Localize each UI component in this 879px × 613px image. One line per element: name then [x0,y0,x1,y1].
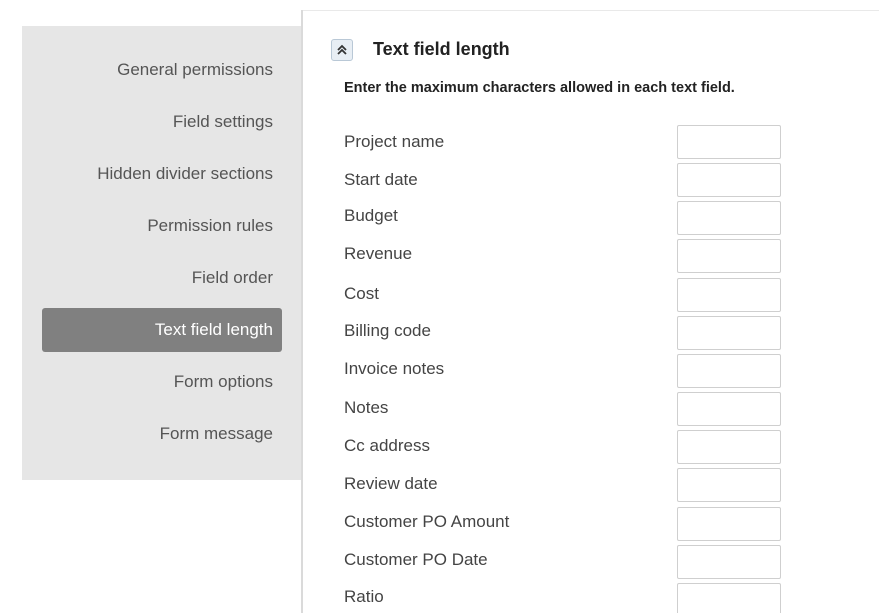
sidebar-item-label: Form options [173,372,273,391]
field-row-project-name: Project name [344,124,784,162]
settings-page: General permissions Field settings Hidde… [0,0,879,613]
sidebar-item-label: Form message [159,424,273,443]
field-row-ratio: Ratio [344,582,784,613]
collapse-section-button[interactable] [331,39,353,61]
sidebar-item-form-message[interactable]: Form message [42,412,282,456]
sidebar-item-permission-rules[interactable]: Permission rules [42,204,282,248]
sidebar-item-field-order[interactable]: Field order [42,256,282,300]
field-row-customer-po-date: Customer PO Date [344,544,784,582]
field-row-budget: Budget [344,200,784,238]
field-row-cost: Cost [344,277,784,315]
section-title: Text field length [373,39,510,59]
ratio-length-input[interactable] [677,583,781,613]
field-row-review-date: Review date [344,467,784,505]
field-row-billing-code: Billing code [344,315,784,353]
sidebar-item-field-settings[interactable]: Field settings [42,100,282,144]
field-row-revenue: Revenue [344,238,784,276]
revenue-length-input[interactable] [677,239,781,273]
budget-length-input[interactable] [677,201,781,235]
project-name-length-input[interactable] [677,125,781,159]
sidebar-item-label: Field settings [172,112,273,131]
billing-code-length-input[interactable] [677,316,781,350]
field-label: Customer PO Amount [344,512,510,531]
sidebar-item-label: Field order [191,268,273,287]
sidebar-item-hidden-divider-sections[interactable]: Hidden divider sections [42,152,282,196]
field-row-customer-po-amount: Customer PO Amount [344,506,784,544]
field-label: Start date [344,170,418,189]
field-row-start-date: Start date [344,162,784,200]
field-label: Budget [344,206,398,225]
top-border [303,10,879,11]
customer-po-date-length-input[interactable] [677,545,781,579]
field-label: Cost [344,284,379,303]
field-label: Project name [344,132,445,151]
sidebar-item-label: Text field length [154,320,273,339]
sidebar-item-label: Hidden divider sections [97,164,273,183]
field-label: Cc address [344,436,430,455]
vertical-divider [301,10,303,613]
settings-sidebar: General permissions Field settings Hidde… [22,26,301,480]
sidebar-item-label: General permissions [117,60,273,79]
cc-address-length-input[interactable] [677,430,781,464]
sidebar-item-text-field-length[interactable]: Text field length [42,308,282,352]
double-chevron-up-icon [337,44,347,55]
field-label: Notes [344,398,389,417]
invoice-notes-length-input[interactable] [677,354,781,388]
cost-length-input[interactable] [677,278,781,312]
field-label: Customer PO Date [344,550,488,569]
section-description: Enter the maximum characters allowed in … [344,80,735,96]
field-label: Ratio [344,587,384,606]
sidebar-item-general-permissions[interactable]: General permissions [42,48,282,92]
review-date-length-input[interactable] [677,468,781,502]
field-row-notes: Notes [344,391,784,429]
sidebar-item-form-options[interactable]: Form options [42,360,282,404]
field-label: Revenue [344,244,413,263]
start-date-length-input[interactable] [677,163,781,197]
field-label: Billing code [344,321,431,340]
field-row-invoice-notes: Invoice notes [344,353,784,391]
field-label: Review date [344,474,438,493]
sidebar-item-label: Permission rules [147,216,273,235]
field-row-cc-address: Cc address [344,429,784,467]
field-label: Invoice notes [344,359,445,378]
customer-po-amount-length-input[interactable] [677,507,781,541]
notes-length-input[interactable] [677,392,781,426]
